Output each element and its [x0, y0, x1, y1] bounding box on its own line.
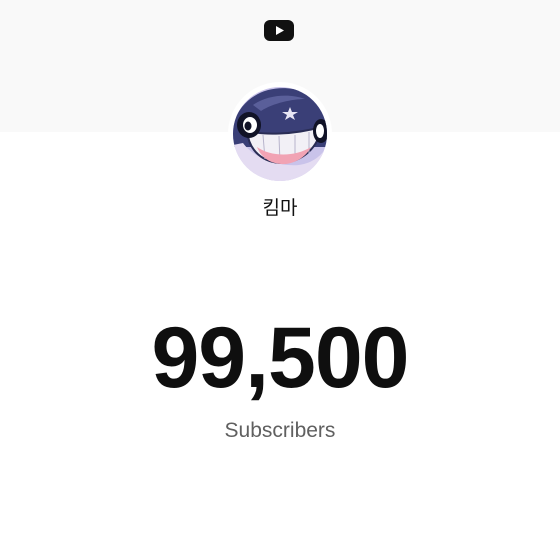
channel-name[interactable]: 킴마	[0, 196, 560, 220]
youtube-play-icon[interactable]	[264, 20, 294, 41]
subscriber-count: 99,500	[151, 310, 409, 406]
channel-stats-page: 킴마 99,500 Subscribers	[0, 0, 560, 560]
subscriber-label: Subscribers	[224, 419, 336, 442]
channel-avatar[interactable]	[233, 87, 327, 181]
